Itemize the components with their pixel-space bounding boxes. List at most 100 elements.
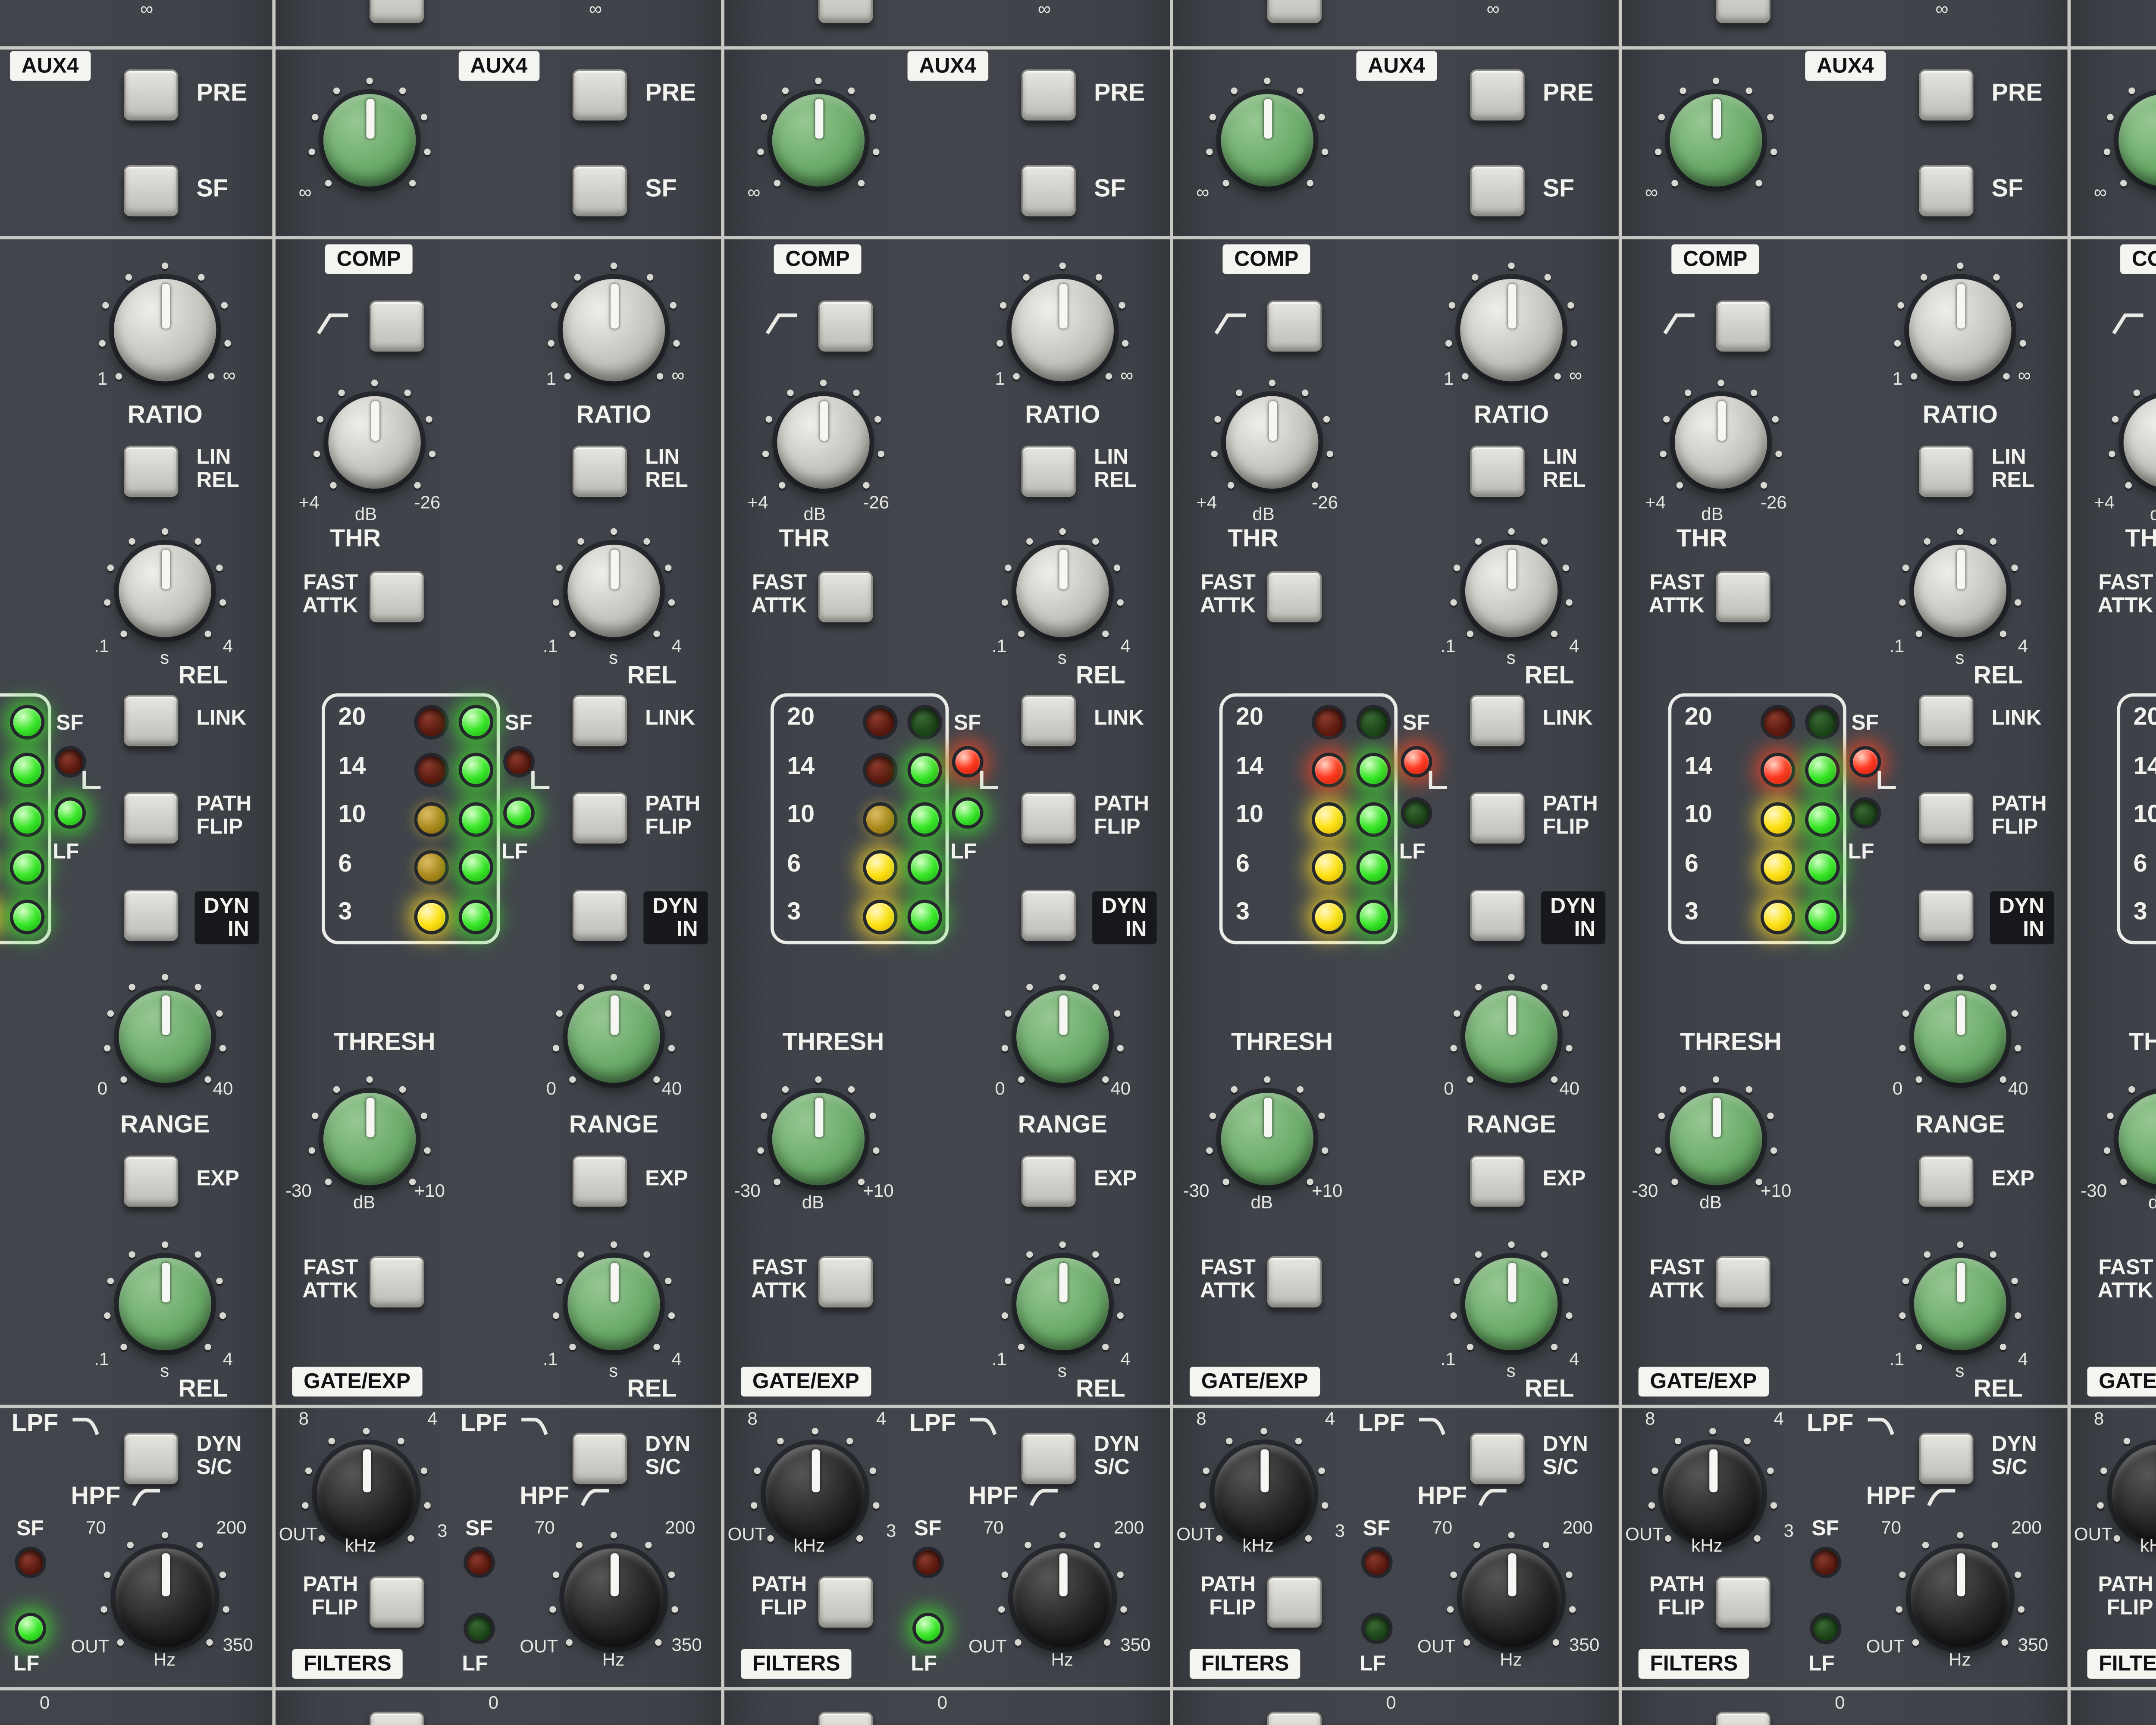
gate-threshold-knob[interactable] (1206, 1076, 1329, 1186)
range-knob[interactable] (1450, 974, 1573, 1083)
filters-path-flip-button[interactable] (1267, 1576, 1322, 1628)
lin-rel-button[interactable] (1919, 445, 1974, 497)
dyn-in-button[interactable] (1919, 890, 1974, 941)
exp-button[interactable] (1021, 1155, 1076, 1207)
dyn-sc-button[interactable] (1470, 1433, 1525, 1484)
dyn-sc-button[interactable] (572, 1433, 627, 1484)
aux-button-partial[interactable] (1716, 0, 1771, 23)
comp-path-flip-button[interactable] (1919, 792, 1974, 844)
comp-release-knob[interactable] (1001, 528, 1124, 637)
comp-threshold-knob[interactable] (761, 380, 885, 489)
sf-button[interactable] (572, 165, 627, 216)
lin-rel-button[interactable] (123, 445, 179, 497)
sf-button[interactable] (123, 165, 179, 216)
comp-fast-attack-button[interactable] (370, 571, 424, 623)
gate-release-knob[interactable] (103, 1241, 227, 1351)
dyn-sc-button[interactable] (1919, 1433, 1974, 1484)
hpf-knob[interactable] (1895, 1532, 2025, 1648)
comp-path-flip-button[interactable] (123, 792, 179, 844)
gate-threshold-knob[interactable] (1654, 1076, 1778, 1186)
aux4-level-knob[interactable] (308, 77, 431, 187)
filters-path-flip-button[interactable] (818, 1576, 873, 1628)
range-knob[interactable] (552, 974, 676, 1083)
comp-threshold-knob[interactable] (313, 380, 436, 489)
comp-release-knob[interactable] (103, 528, 227, 637)
pre-button[interactable] (572, 69, 627, 121)
ratio-knob[interactable] (1893, 262, 2027, 382)
ratio-knob[interactable] (98, 262, 232, 382)
comp-path-flip-button[interactable] (1021, 792, 1076, 844)
aux4-level-knob[interactable] (757, 77, 880, 187)
lpf-knob[interactable] (301, 1428, 431, 1543)
hpf-knob[interactable] (1446, 1532, 1576, 1648)
link-button[interactable] (572, 695, 627, 746)
dyn-in-button[interactable] (1470, 890, 1525, 941)
comp-fast-attack-button[interactable] (818, 571, 873, 623)
sf-button[interactable] (1919, 165, 1974, 216)
filters-path-flip-button[interactable] (1716, 1576, 1771, 1628)
gate-release-knob[interactable] (552, 1241, 676, 1351)
aux-button-partial[interactable] (370, 0, 424, 23)
lin-rel-button[interactable] (1021, 445, 1076, 497)
aux-button-partial[interactable] (1267, 0, 1322, 23)
comp-fast-attack-button[interactable] (1267, 571, 1322, 623)
bottom-button-partial[interactable] (370, 1712, 424, 1725)
gate-threshold-knob[interactable] (2103, 1086, 2156, 1186)
bottom-button-partial[interactable] (1267, 1712, 1322, 1725)
comp-path-flip-button[interactable] (572, 792, 627, 844)
sf-button[interactable] (1470, 165, 1525, 216)
pre-button[interactable] (1470, 69, 1525, 121)
lpf-knob[interactable] (1648, 1428, 1778, 1543)
exp-button[interactable] (1470, 1155, 1525, 1207)
comp-knee-button[interactable] (1267, 300, 1322, 352)
comp-fast-attack-button[interactable] (1716, 571, 1771, 623)
aux4-level-knob[interactable] (1654, 77, 1778, 187)
pre-button[interactable] (123, 69, 179, 121)
gate-fast-attack-button[interactable] (370, 1256, 424, 1308)
lin-rel-button[interactable] (1470, 445, 1525, 497)
aux-button-partial[interactable] (818, 0, 873, 23)
comp-path-flip-button[interactable] (1470, 792, 1525, 844)
gate-release-knob[interactable] (1001, 1241, 1124, 1351)
sf-button[interactable] (1021, 165, 1076, 216)
comp-threshold-knob[interactable] (2108, 389, 2156, 489)
link-button[interactable] (1021, 695, 1076, 746)
gate-fast-attack-button[interactable] (1716, 1256, 1771, 1308)
filters-path-flip-button[interactable] (370, 1576, 424, 1628)
dyn-sc-button[interactable] (1021, 1433, 1076, 1484)
aux4-level-knob[interactable] (2103, 88, 2156, 187)
dyn-in-button[interactable] (572, 890, 627, 941)
lpf-knob[interactable] (1199, 1428, 1329, 1543)
comp-knee-button[interactable] (370, 300, 424, 352)
range-knob[interactable] (1899, 974, 2022, 1083)
gate-fast-attack-button[interactable] (818, 1256, 873, 1308)
comp-knee-button[interactable] (818, 300, 873, 352)
ratio-knob[interactable] (996, 262, 1129, 382)
range-knob[interactable] (103, 974, 227, 1083)
hpf-knob[interactable] (100, 1532, 230, 1648)
bottom-button-partial[interactable] (1716, 1712, 1771, 1725)
dyn-in-button[interactable] (1021, 890, 1076, 941)
gate-threshold-knob[interactable] (757, 1076, 880, 1186)
comp-threshold-knob[interactable] (1659, 380, 1783, 489)
hpf-knob[interactable] (997, 1532, 1128, 1648)
comp-knee-button[interactable] (1716, 300, 1771, 352)
gate-release-knob[interactable] (1450, 1241, 1573, 1351)
gate-release-knob[interactable] (1899, 1241, 2022, 1351)
exp-button[interactable] (1919, 1155, 1974, 1207)
comp-release-knob[interactable] (1450, 528, 1573, 637)
aux4-level-knob[interactable] (1206, 77, 1329, 187)
link-button[interactable] (1470, 695, 1525, 746)
link-button[interactable] (1919, 695, 1974, 746)
hpf-knob[interactable] (549, 1532, 679, 1648)
link-button[interactable] (123, 695, 179, 746)
lpf-knob[interactable] (750, 1428, 880, 1543)
ratio-knob[interactable] (1445, 262, 1578, 382)
gate-threshold-knob[interactable] (308, 1076, 431, 1186)
dyn-sc-button[interactable] (123, 1433, 179, 1484)
gate-fast-attack-button[interactable] (1267, 1256, 1322, 1308)
comp-threshold-knob[interactable] (1210, 380, 1334, 489)
pre-button[interactable] (1919, 69, 1974, 121)
range-knob[interactable] (1001, 974, 1124, 1083)
lin-rel-button[interactable] (572, 445, 627, 497)
